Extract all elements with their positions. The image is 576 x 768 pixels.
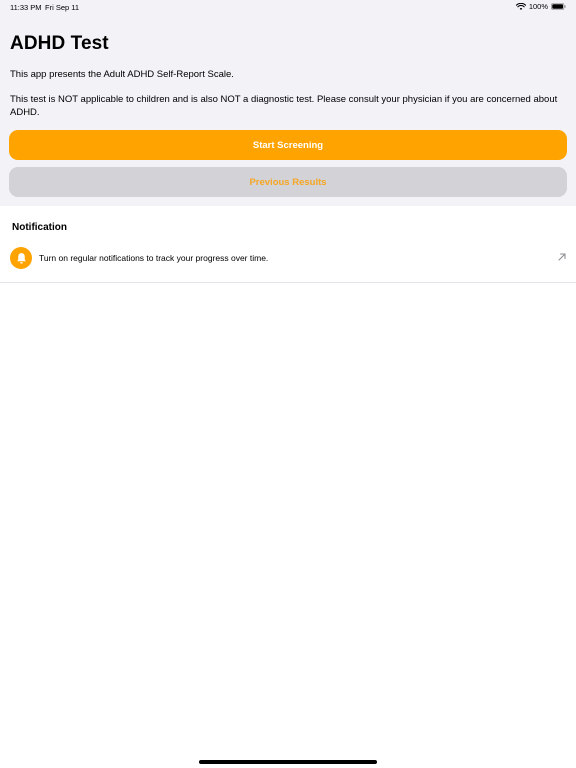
status-indicators: 100%	[515, 2, 566, 11]
start-screening-button[interactable]: Start Screening	[9, 130, 567, 160]
notification-section-header: Notification	[12, 222, 67, 233]
intro-text: This app presents the Adult ADHD Self-Re…	[10, 69, 234, 80]
notification-row[interactable]: Turn on regular notifications to track y…	[0, 245, 576, 283]
home-indicator[interactable]	[199, 760, 377, 764]
arrow-up-right-icon	[558, 253, 566, 261]
page-title: ADHD Test	[10, 33, 109, 54]
previous-results-button[interactable]: Previous Results	[9, 167, 567, 197]
status-bar: 11:33 PM Fri Sep 11 100%	[0, 0, 576, 14]
disclaimer-text: This test is NOT applicable to children …	[10, 94, 558, 118]
status-time: 11:33 PM	[10, 3, 42, 12]
header-area: 11:33 PM Fri Sep 11 100% ADHD Test This …	[0, 0, 576, 206]
notification-row-text: Turn on regular notifications to track y…	[39, 253, 269, 263]
bell-icon	[10, 247, 32, 269]
battery-icon	[551, 3, 566, 10]
wifi-icon	[515, 2, 526, 10]
battery-percent: 100%	[528, 2, 548, 11]
status-date: Fri Sep 11	[45, 3, 80, 12]
